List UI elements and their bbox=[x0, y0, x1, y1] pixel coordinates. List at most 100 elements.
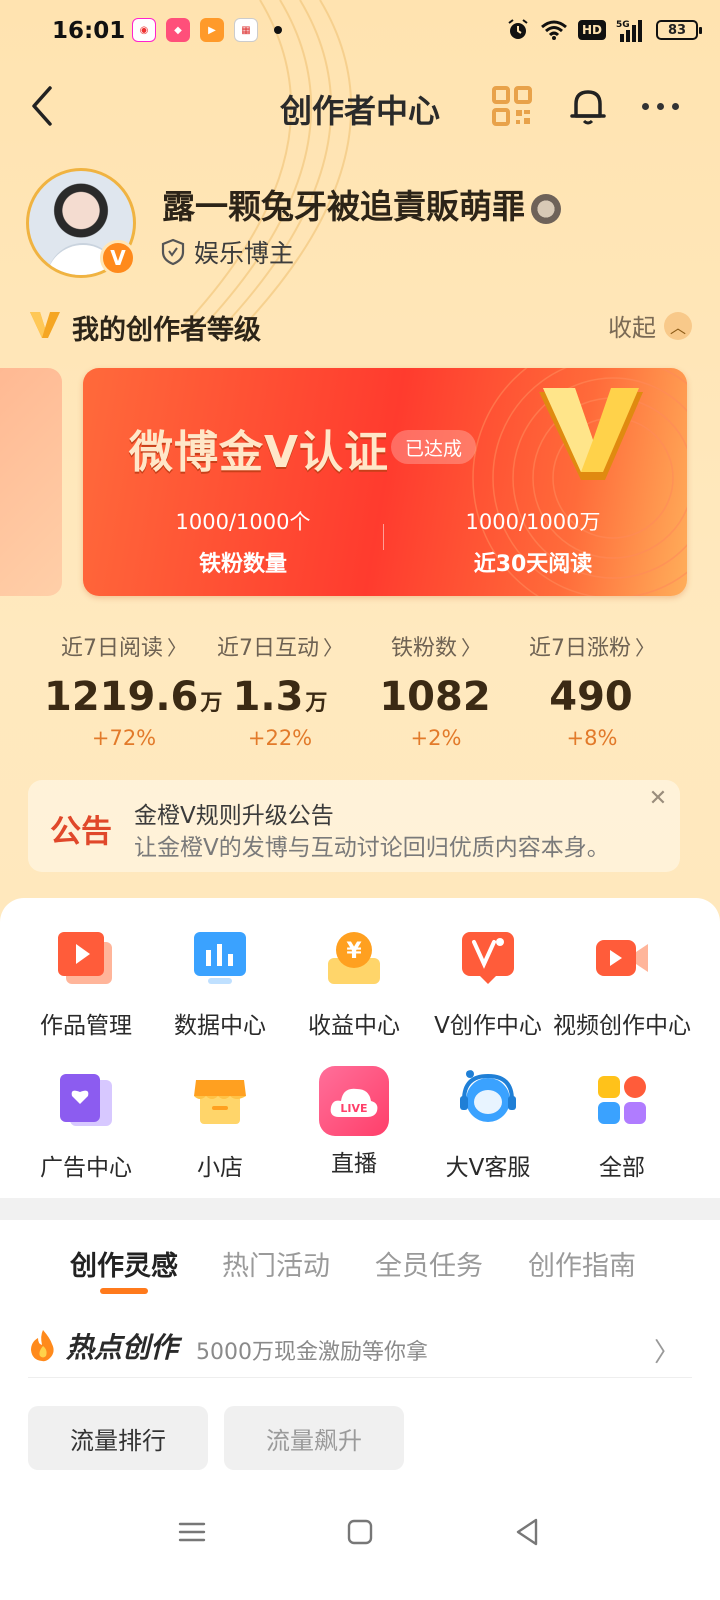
tool-label: 收益中心 bbox=[308, 1013, 400, 1039]
live-icon: LIVE bbox=[319, 1066, 389, 1136]
stat-reads-7d[interactable]: 近7日阅读〉 1219.6万 +72% bbox=[44, 630, 222, 750]
stat-label: 近7日阅读 bbox=[61, 636, 163, 661]
section-divider bbox=[0, 1198, 720, 1220]
gold-v-icon bbox=[30, 312, 60, 338]
tab-all-tasks[interactable]: 全员任务 bbox=[375, 1244, 483, 1283]
back-triangle-icon[interactable] bbox=[508, 1512, 548, 1552]
hd-badge: HD bbox=[577, 20, 606, 40]
stat-value: 1.3 bbox=[232, 674, 304, 720]
collapse-button[interactable]: 收起 ︿ bbox=[608, 308, 692, 343]
tool-label: 视频创作中心 bbox=[553, 1013, 691, 1039]
chevron-up-icon: ︿ bbox=[664, 311, 692, 340]
stat-label: 铁粉数 bbox=[390, 636, 457, 661]
username-text: 露一颗兔牙被追責販萌罪 bbox=[162, 187, 525, 226]
stat-unit: 万 bbox=[305, 691, 328, 716]
tool-label: 小店 bbox=[197, 1155, 243, 1181]
hot-creation-subtitle: 5000万现金激励等你拿 bbox=[196, 1340, 428, 1365]
header: 创作者中心 bbox=[0, 70, 720, 142]
home-icon[interactable] bbox=[340, 1512, 380, 1552]
tab-bar: 创作灵感 热门活动 全员任务 创作指南 bbox=[0, 1238, 720, 1294]
battery-indicator: 83 bbox=[656, 20, 702, 40]
qr-code-button[interactable] bbox=[490, 84, 534, 128]
fans-stat-label: 铁粉数量 bbox=[198, 552, 287, 577]
more-dot-icon bbox=[641, 102, 649, 110]
menu-icon[interactable] bbox=[172, 1512, 212, 1552]
status-notification-icons: ◉ ◆ ▶ ▦ bbox=[132, 18, 282, 42]
announcement-tag: 公告 bbox=[50, 814, 112, 850]
tools-grid: 作品管理 数据中心 ¥ 收益中心 V创作中心 视频创作中心 广告中心 小店 LI… bbox=[0, 898, 720, 1198]
announcement-desc: 让金橙V的发博与互动讨论回归优质内容本身。 bbox=[134, 835, 610, 861]
close-icon[interactable]: ✕ bbox=[644, 784, 672, 812]
chip-traffic-surge[interactable]: 流量飙升 bbox=[224, 1406, 404, 1470]
hot-creation-row[interactable]: 热点创作 5000万现金激励等你拿 〉 bbox=[28, 1320, 692, 1378]
all-icon bbox=[598, 1076, 646, 1124]
wifi-icon bbox=[541, 20, 567, 40]
stat-label: 近7日互动 bbox=[217, 636, 319, 661]
chevron-right-icon: 〉 bbox=[323, 636, 343, 660]
fans-stat-value: 1000/1000个 bbox=[175, 510, 311, 534]
rank-medal-icon[interactable] bbox=[531, 193, 561, 224]
profile-section: V 露一颗兔牙被追責販萌罪 娱乐博主 bbox=[26, 168, 706, 280]
ad-icon bbox=[60, 1074, 112, 1126]
stat-value: 1082 bbox=[379, 674, 491, 720]
tool-live[interactable]: LIVE 直播 bbox=[282, 1066, 426, 1178]
reads-stat-label: 近30天阅读 bbox=[473, 552, 593, 577]
tool-all[interactable]: 全部 bbox=[550, 1070, 694, 1182]
announcement-banner[interactable]: 公告 金橙V规则升级公告 让金橙V的发博与互动讨论回归优质内容本身。 ✕ bbox=[28, 780, 680, 872]
weibo-app-icon: ◉ bbox=[132, 18, 156, 42]
tool-label: 大V客服 bbox=[445, 1155, 531, 1181]
status-system-icons: HD 5G 83 bbox=[506, 18, 702, 42]
stat-change: +8% bbox=[566, 726, 618, 750]
stat-interactions-7d[interactable]: 近7日互动〉 1.3万 +22% bbox=[200, 630, 360, 750]
previous-level-card[interactable] bbox=[0, 368, 62, 596]
shop-icon bbox=[194, 1080, 246, 1124]
stat-iron-fans[interactable]: 铁粉数〉 1082 +2% bbox=[356, 630, 516, 750]
tool-income-center[interactable]: ¥ 收益中心 bbox=[282, 928, 426, 1040]
more-notifications-dot bbox=[274, 26, 282, 34]
video-icon bbox=[596, 940, 648, 976]
tool-customer-service[interactable]: 大V客服 bbox=[416, 1070, 560, 1182]
tool-label: V创作中心 bbox=[434, 1013, 542, 1039]
stats-row: 近7日阅读〉 1219.6万 +72% 近7日互动〉 1.3万 +22% 铁粉数… bbox=[44, 630, 684, 760]
v-create-icon bbox=[462, 932, 514, 984]
tab-creation-guide[interactable]: 创作指南 bbox=[528, 1244, 636, 1283]
stat-label: 近7日涨粉 bbox=[529, 636, 631, 661]
status-time: 16:01 bbox=[52, 18, 126, 44]
notifications-button[interactable] bbox=[566, 84, 610, 128]
stat-value: 490 bbox=[549, 674, 633, 720]
stat-change: +22% bbox=[247, 726, 313, 750]
more-options-button[interactable] bbox=[632, 84, 688, 128]
hot-creation-title: 热点创作 bbox=[66, 1331, 179, 1364]
signal-label: 5G bbox=[616, 20, 630, 30]
username[interactable]: 露一颗兔牙被追責販萌罪 bbox=[162, 180, 561, 228]
signal-icon: 5G bbox=[616, 20, 642, 42]
tool-v-creation-center[interactable]: V创作中心 bbox=[416, 928, 560, 1040]
tool-ad-center[interactable]: 广告中心 bbox=[14, 1070, 158, 1182]
tool-shop[interactable]: 小店 bbox=[148, 1070, 292, 1182]
tab-hot-activities[interactable]: 热门活动 bbox=[222, 1244, 330, 1283]
battery-level: 83 bbox=[667, 22, 687, 38]
role-row[interactable]: 娱乐博主 bbox=[160, 234, 294, 270]
verified-v-badge: V bbox=[100, 240, 136, 276]
tool-works-management[interactable]: 作品管理 bbox=[14, 928, 158, 1040]
card-divider bbox=[383, 524, 384, 550]
chevron-right-icon: 〉 bbox=[635, 636, 655, 660]
tool-video-creation-center[interactable]: 视频创作中心 bbox=[550, 928, 694, 1040]
svg-text:¥: ¥ bbox=[346, 939, 362, 964]
live-cloud-icon: LIVE bbox=[330, 1088, 378, 1117]
service-icon bbox=[460, 1070, 516, 1122]
live-icon-text: LIVE bbox=[340, 1102, 367, 1115]
reads-stat-value: 1000/1000万 bbox=[465, 510, 601, 534]
achieved-badge: 已达成 bbox=[391, 430, 477, 464]
tool-data-center[interactable]: 数据中心 bbox=[148, 928, 292, 1040]
tab-inspiration[interactable]: 创作灵感 bbox=[70, 1244, 178, 1283]
news-app-icon: ▦ bbox=[234, 18, 258, 42]
gold-card-title: 微博金V认证 bbox=[129, 427, 390, 478]
shopping-app-icon: ◆ bbox=[166, 18, 190, 42]
chip-traffic-ranking[interactable]: 流量排行 bbox=[28, 1406, 208, 1470]
gold-v-card[interactable]: 微博金V认证 已达成 1000/1000个 铁粉数量 1000/1000万 近3… bbox=[83, 368, 687, 596]
announcement-title: 金橙V规则升级公告 bbox=[134, 803, 334, 829]
role-label: 娱乐博主 bbox=[194, 239, 295, 268]
flame-icon bbox=[31, 1330, 54, 1362]
stat-new-fans-7d[interactable]: 近7日涨粉〉 490 +8% bbox=[512, 630, 672, 750]
